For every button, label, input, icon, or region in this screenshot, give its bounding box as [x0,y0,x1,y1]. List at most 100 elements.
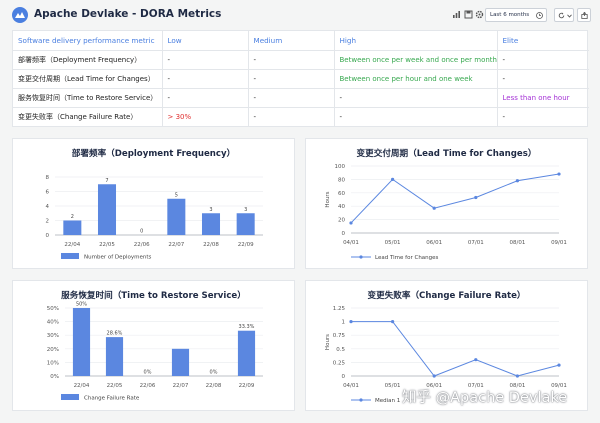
clock-icon [536,12,543,19]
bar [171,348,190,376]
medium-cell: - [248,50,335,70]
series-line [350,173,560,224]
high-cell: - [334,107,498,126]
bar-data-label: 28.6% [107,331,123,337]
data-point [515,179,519,183]
column-header-medium[interactable]: Medium [248,31,335,51]
bar [97,184,117,235]
data-point [515,374,519,378]
x-tick-label: 07/01 [468,240,484,246]
table-header-row: Software delivery performance metric Low… [13,31,589,51]
time-range-label: Last 6 months [490,12,530,18]
y-tick-label: 20% [47,347,59,353]
legend-swatch [61,253,79,259]
lead-time-chart: 0 20 40 60 80 100 Hours 04/01 05/01 06/01 07/01 08/… [325,164,567,261]
table-row: 变更失败率（Change Failure Rate） > 30% - - - [13,107,589,126]
data-point [391,320,395,324]
y-tick-label: 60 [338,191,345,197]
column-header-elite[interactable]: Elite [497,31,589,51]
data-point [391,177,395,181]
settings-icon[interactable] [475,10,484,19]
data-point [432,206,436,210]
bar-data-label: 7 [105,178,108,184]
high-cell: Between once per week and once per month [334,50,498,70]
x-tick-label: 22/07 [168,242,184,248]
column-header-metric[interactable]: Software delivery performance metric [13,31,163,51]
medium-cell: - [248,69,335,89]
bar-data-label: 3 [209,207,212,213]
legend-label: Number of Deployments [84,255,152,261]
low-cell: - [162,50,249,70]
elite-cell: - [497,69,589,89]
bar [72,308,91,376]
x-tick-label: 22/09 [239,383,255,389]
x-tick-label: 22/04 [64,242,80,248]
x-tick-label: 22/08 [206,383,222,389]
elite-cell: - [497,50,589,70]
bar [236,213,255,235]
bar-data-label: 50% [76,302,87,308]
x-tick-label: 22/06 [140,383,156,389]
x-tick-label: 09/01 [551,240,567,246]
elite-cell: - [502,113,506,121]
x-tick-label: 04/01 [343,383,359,389]
table-row: 变更交付周期（Lead Time for Changes） - - Betwee… [13,69,589,89]
lead-time-panel: 变更交付周期（Lead Time for Changes） 0 20 40 60 80 1… [305,138,588,269]
save-icon[interactable] [464,10,473,19]
y-tick-label: 0 [342,374,346,380]
data-point [349,320,353,324]
metric-name-cell: 变更交付周期（Lead Time for Changes） [13,69,163,89]
y-tick-label: 40% [47,320,59,326]
bar-data-label: 3 [244,207,247,213]
x-tick-label: 06/01 [426,240,442,246]
y-tick-label: 0.75 [333,333,346,339]
y-tick-label: 0% [50,374,59,380]
chevron-down-icon [567,14,572,18]
time-to-restore-panel: 服务恢复时间（Time to Restore Service） 0% 10% 20%… [12,280,295,411]
devlake-logo-icon [12,7,28,23]
elite-cell: Less than one hour [497,88,589,108]
y-tick-label: 10% [47,360,59,366]
high-cell: - [334,88,498,108]
x-tick-label: 22/05 [99,242,115,248]
deployment-frequency-panel: 部署频率（Deployment Frequency） 0 2 4 6 8 2 22/04 7 2… [12,138,295,269]
y-tick-label: 0.25 [333,360,346,366]
y-tick-label: 80 [338,177,345,183]
y-tick-label: 0 [46,233,50,239]
y-tick-label: 2 [46,219,50,225]
x-tick-label: 22/08 [203,242,219,248]
data-point [432,374,436,378]
refresh-icon [558,12,565,19]
y-tick-label: 1 [342,320,346,326]
chart-icon[interactable] [452,10,461,19]
column-header-low[interactable]: Low [162,31,249,51]
x-tick-label: 22/04 [74,383,90,389]
y-tick-label: 40 [338,204,345,210]
y-axis-label: Hours [325,334,331,350]
y-tick-label: 30% [47,333,59,339]
x-tick-label: 22/05 [107,383,123,389]
x-tick-label: 22/09 [238,242,254,248]
data-point [557,172,561,176]
legend-label: Change Failure Rate [84,396,140,402]
table-row: 部署频率（Deployment Frequency） - - Between o… [13,50,589,70]
time-range-picker[interactable]: Last 6 months [485,8,547,22]
x-tick-label: 05/01 [385,240,401,246]
bar-data-label: 0% [144,370,152,376]
refresh-button[interactable] [554,8,574,22]
data-point [474,358,478,362]
x-tick-label: 22/07 [173,383,189,389]
table-row: 服务恢复时间（Time to Restore Service） - - - Le… [13,88,589,108]
bar [63,220,82,235]
legend-label: Median 1 [375,398,400,404]
column-header-high[interactable]: High [334,31,498,51]
bar-data-label: 0% [210,370,218,376]
y-tick-label: 50% [47,306,59,312]
y-tick-label: 8 [46,175,50,181]
time-to-restore-chart: 0% 10% 20% 30% 40% 50% 50% 22/04 28.6% 22/05 0% 22/… [47,302,263,402]
share-button[interactable] [577,8,591,22]
app-title: Apache Devlake - DORA Metrics [34,8,222,20]
x-tick-label: 04/01 [343,240,359,246]
y-tick-label: 20 [338,218,345,224]
data-point [349,221,353,225]
